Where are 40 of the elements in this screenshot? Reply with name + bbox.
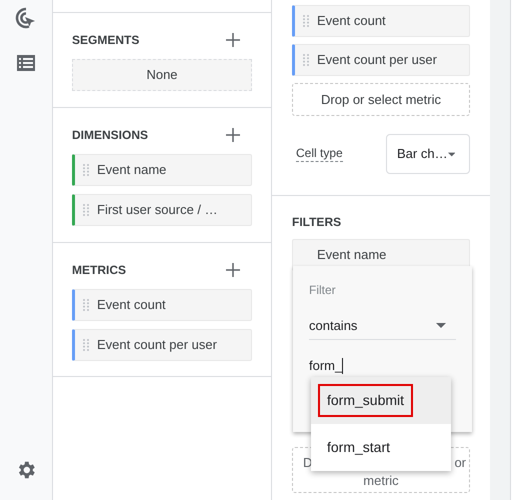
- chip[interactable]: First user source / …: [72, 194, 252, 226]
- drop-area-text: or: [454, 454, 466, 472]
- cursor-target-icon[interactable]: [15, 7, 37, 29]
- chip[interactable]: Event count: [292, 5, 470, 37]
- drag-handle-icon[interactable]: [83, 339, 89, 351]
- section-title: METRICS: [72, 262, 126, 279]
- add-icon[interactable]: [226, 263, 240, 277]
- chip[interactable]: Event name: [72, 154, 252, 186]
- cell-type-label: Cell type: [296, 146, 343, 162]
- section-title: FILTERS: [292, 214, 342, 231]
- chip[interactable]: Event count: [72, 289, 252, 321]
- chip-label: Event count: [317, 12, 386, 30]
- segment-drop-area[interactable]: None: [72, 59, 252, 91]
- section-title: SEGMENTS: [72, 32, 140, 49]
- value-input[interactable]: form_: [309, 356, 361, 376]
- drag-handle-icon[interactable]: [303, 15, 309, 27]
- caret-icon: [436, 323, 446, 328]
- cell-type-dropdown[interactable]: Bar ch…: [386, 134, 470, 174]
- chip-label: Event count per user: [317, 51, 437, 70]
- drag-handle-icon[interactable]: [83, 164, 89, 176]
- caret-icon: [448, 152, 455, 156]
- chip[interactable]: Event count per user: [292, 44, 470, 76]
- drag-handle-icon[interactable]: [83, 299, 89, 311]
- add-icon[interactable]: [226, 128, 240, 142]
- condition-select[interactable]: contains: [309, 312, 456, 340]
- drag-handle-icon[interactable]: [83, 204, 89, 216]
- metric-drop-area[interactable]: Drop or select metric: [292, 83, 470, 116]
- add-icon[interactable]: [226, 33, 240, 47]
- table-icon[interactable]: [17, 55, 35, 71]
- filter-label: Filter: [309, 282, 337, 299]
- section-title: DIMENSIONS: [72, 127, 148, 144]
- chip-label: First user source / …: [97, 201, 218, 220]
- chip[interactable]: Event count per user: [72, 329, 252, 361]
- drop-area-text: metric: [362, 472, 400, 490]
- chip-label: Event count per user: [97, 336, 217, 354]
- chip-label: Event count: [97, 296, 166, 314]
- suggestion-option[interactable]: form_submit: [311, 377, 451, 424]
- chip-label: Event name: [97, 161, 166, 180]
- suggestion-option[interactable]: form_start: [311, 424, 451, 471]
- drag-handle-icon[interactable]: [303, 54, 309, 66]
